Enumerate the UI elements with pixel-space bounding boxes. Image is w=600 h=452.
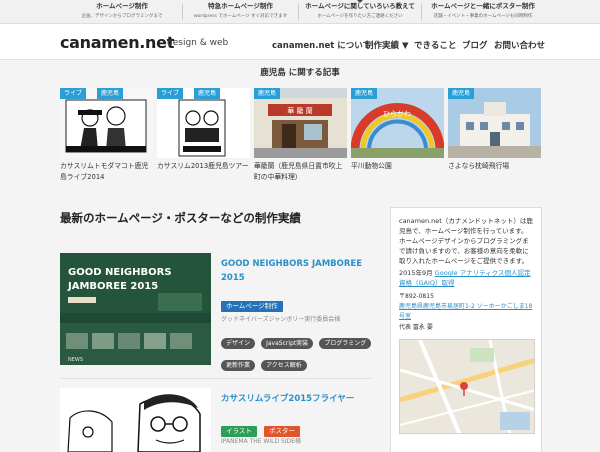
topnav-item-title: 特急ホームページ制作 xyxy=(208,2,273,10)
nav-capabilities[interactable]: できること xyxy=(414,39,456,51)
site-logo[interactable]: canamen.net xyxy=(60,33,174,52)
topnav-item-consult[interactable]: ホームページに関していろいろ教えて ホームページを作りたい方ご連絡ください xyxy=(299,0,421,24)
related-card-caption[interactable]: カサスリム2013鹿児島ツアー xyxy=(157,161,250,172)
topnav-item-sub: 企画、デザインからプログラミングまで xyxy=(81,14,163,19)
related-card[interactable]: ライブ 鹿児島 カサスリムトモダマコト鹿児島ライブ2014 xyxy=(60,88,153,183)
location-map[interactable] xyxy=(399,339,535,434)
site-header: canamen.net design & web canamen.net につい… xyxy=(0,24,600,60)
certification-line: 2015年9月 Google アナリティクス個人認定資格（GAIQ）取得 xyxy=(399,268,533,288)
tag-pill[interactable]: アクセス解析 xyxy=(261,360,307,371)
related-card[interactable]: ひらかわ 鹿児島 平川動物公園 xyxy=(351,88,444,172)
work-title[interactable]: カサスリムライブ2015フライヤー xyxy=(221,392,371,406)
work-thumbnail[interactable]: GOOD NEIGHBORS JAMBOREE 2015 NEWS xyxy=(60,253,211,365)
tag-pill[interactable]: プログラミング xyxy=(319,338,372,349)
topnav-item-express[interactable]: 特急ホームページ制作 wordpress でホームページ すぐ対応できます xyxy=(183,0,298,24)
top-service-nav: ホームページ制作 企画、デザインからプログラミングまで 特急ホームページ制作 w… xyxy=(0,0,600,24)
company-info-sidebar: canamen.net（カナメンドットネット）は鹿児島で、ホームページ制作を行っ… xyxy=(390,207,542,452)
category-tag[interactable]: ライブ xyxy=(157,88,184,99)
tag-pill[interactable]: JavaScript実装 xyxy=(261,338,314,349)
poster-news-label: NEWS xyxy=(68,357,83,363)
related-section-title: 鹿児島 に関する記事 xyxy=(260,68,340,78)
postal-code: 〒892-0815 xyxy=(399,293,434,300)
poster-title-line1: GOOD NEIGHBORS xyxy=(68,267,172,278)
work-badges: イラスト ポスター xyxy=(221,418,302,437)
works-divider xyxy=(60,378,372,379)
topnav-item-sub: 店舗・イベント・事業のホームページも同時制作 xyxy=(433,14,533,19)
work-badges: ホームページ制作 xyxy=(221,293,285,312)
topnav-item-sub: ホームページを作りたい方ご連絡ください xyxy=(317,14,403,19)
category-tag[interactable]: 鹿児島 xyxy=(351,88,378,99)
related-card-thumbnail: 華 籠 蘭 鹿児島 xyxy=(254,88,347,158)
topnav-item-poster[interactable]: ホームページと一緒にポスター制作 店舗・イベント・事業のホームページも同時制作 xyxy=(422,0,544,24)
poster-title-line2: JAMBOREE 2015 xyxy=(67,281,158,292)
work-client: IPANEMA THE WILD SIDE様 xyxy=(221,438,302,445)
related-card-thumbnail: ライブ 鹿児島 xyxy=(60,88,153,158)
topnav-item-title: ホームページ制作 xyxy=(96,2,148,10)
nav-works[interactable]: 制作実績 ▼ xyxy=(365,39,409,51)
work-title[interactable]: GOOD NEIGHBORS JAMBOREE 2015 xyxy=(221,257,371,285)
company-intro-text: canamen.net（カナメンドットネット）は鹿児島で、ホームページ制作を行っ… xyxy=(399,217,533,265)
badge-homepage[interactable]: ホームページ制作 xyxy=(221,301,283,312)
works-section-heading: 最新のホームページ・ポスターなどの制作実績 xyxy=(60,211,301,225)
certification-date: 2015年9月 xyxy=(399,269,435,277)
category-tag[interactable]: 鹿児島 xyxy=(97,88,124,99)
nav-about[interactable]: canamen.net について xyxy=(272,39,371,51)
work-tag-list: デザイン JavaScript実装 プログラミング 更新作業 アクセス解析 xyxy=(221,330,373,374)
nav-blog[interactable]: ブログ xyxy=(462,39,488,51)
jamboree-poster-image: GOOD NEIGHBORS JAMBOREE 2015 NEWS xyxy=(60,253,211,365)
related-card-caption[interactable]: さよなら枕崎飛行場 xyxy=(448,161,541,172)
related-card-thumbnail: 鹿児島 xyxy=(448,88,541,158)
svg-text:華 籠 蘭: 華 籠 蘭 xyxy=(287,106,312,115)
related-card[interactable]: 華 籠 蘭 鹿児島 華籠蘭（鹿児島県日置市吹上町の中華料理） xyxy=(254,88,347,183)
site-logo-subtitle: design & web xyxy=(167,38,229,48)
work-item: カサスリムライブ2015フライヤー イラスト ポスター IPANEMA THE … xyxy=(60,388,372,452)
topnav-item-sub: wordpress でホームページ すぐ対応できます xyxy=(193,14,288,19)
manga-flyer-image xyxy=(60,388,211,452)
category-tag[interactable]: 鹿児島 xyxy=(254,88,281,99)
dropdown-triangle-icon xyxy=(357,0,363,3)
nav-contact[interactable]: お問い合わせ xyxy=(494,39,545,51)
related-card[interactable]: ライブ 鹿児島 カサスリム2013鹿児島ツアー xyxy=(157,88,250,172)
work-thumbnail[interactable] xyxy=(60,388,211,452)
topnav-item-title: ホームページと一緒にポスター制作 xyxy=(431,2,535,10)
related-card-thumbnail: ライブ 鹿児島 xyxy=(157,88,250,158)
tag-pill[interactable]: デザイン xyxy=(221,338,256,349)
related-card-caption[interactable]: 華籠蘭（鹿児島県日置市吹上町の中華料理） xyxy=(254,161,347,183)
related-card-thumbnail: ひらかわ 鹿児島 xyxy=(351,88,444,158)
address-link[interactable]: 鹿児島県鹿児島市易居町1-2 ソーホーかごしま18号室 xyxy=(399,302,533,322)
category-tag[interactable]: ライブ xyxy=(60,88,87,99)
svg-text:ひらかわ: ひらかわ xyxy=(383,110,411,118)
work-item: GOOD NEIGHBORS JAMBOREE 2015 NEWS GOOD N… xyxy=(60,253,372,371)
representative-name: 代表 冨永 要 xyxy=(399,324,433,331)
category-tag[interactable]: 鹿児島 xyxy=(194,88,221,99)
tag-pill[interactable]: 更新作業 xyxy=(221,360,256,371)
related-card-caption[interactable]: 平川動物公園 xyxy=(351,161,444,172)
topnav-item-homepage[interactable]: ホームページ制作 企画、デザインからプログラミングまで xyxy=(62,0,182,24)
related-card[interactable]: 鹿児島 さよなら枕崎飛行場 xyxy=(448,88,541,172)
category-tag[interactable]: 鹿児島 xyxy=(448,88,475,99)
map-image xyxy=(400,340,534,433)
related-card-caption[interactable]: カサスリムトモダマコト鹿児島ライブ2014 xyxy=(60,161,153,183)
map-pin-icon xyxy=(460,382,468,390)
work-client: グッドネイバーズジャンボリー実行委員会様 xyxy=(221,316,341,323)
